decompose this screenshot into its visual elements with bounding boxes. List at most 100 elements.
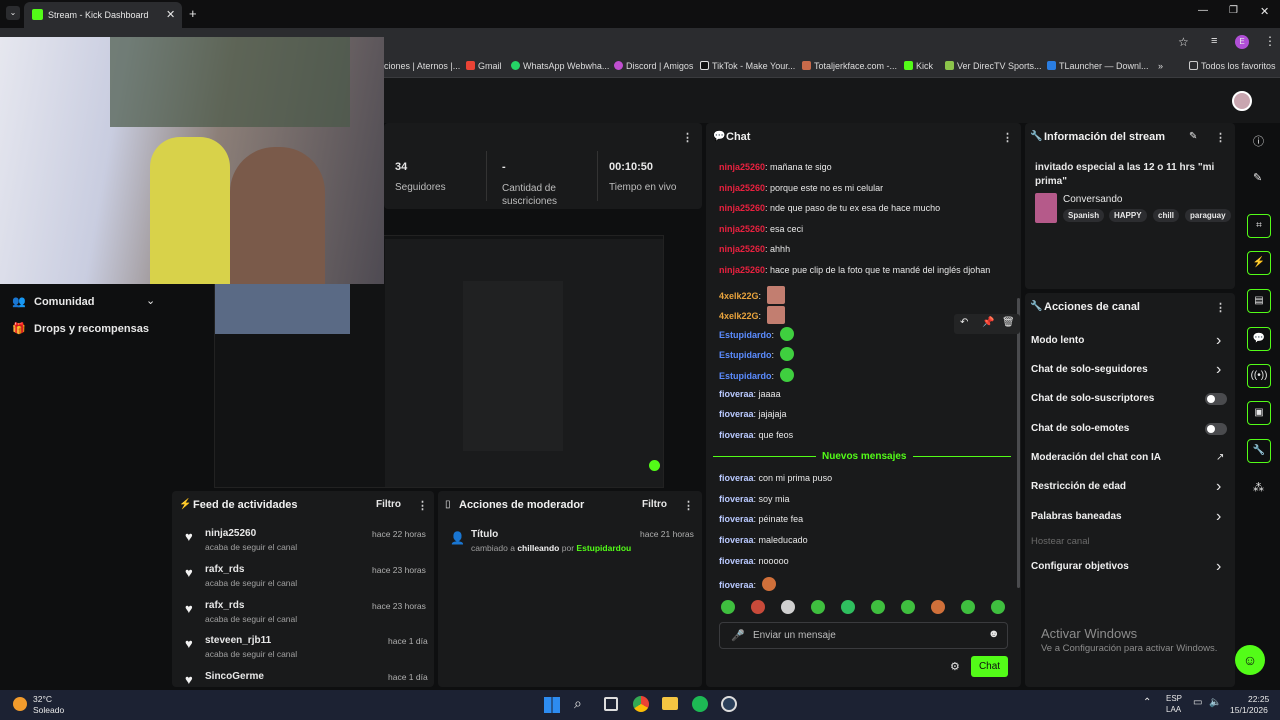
undo-icon[interactable]: ↶ [960,317,968,328]
chat-username[interactable]: fioveraa [719,556,754,566]
feed-username[interactable]: rafx_rds [205,564,244,575]
activity-feed-filter[interactable]: Filtro [376,499,401,510]
chat-username[interactable]: fioveraa [719,430,754,440]
bookmark-tlauncher[interactable]: TLauncher — Downl... [1047,61,1149,71]
bookmarks-overflow-icon[interactable]: » [1158,61,1163,71]
feed-username[interactable]: steveen_rjb11 [205,635,271,646]
feed-username[interactable]: rafx_rds [205,600,244,611]
emote-icon[interactable] [811,600,825,614]
emote-icon[interactable] [991,600,1005,614]
volume-icon[interactable]: 🔈 [1209,697,1221,708]
chrome-taskbar-icon[interactable] [633,696,649,712]
chat-message[interactable]: ninja25260: mañana te sigo [719,162,832,172]
channel-action-label[interactable]: Modo lento [1031,335,1084,346]
chat-message[interactable]: ninja25260: ahhh [719,244,790,254]
channel-actions-menu-icon[interactable]: ⋮ [1215,301,1226,314]
lightning-icon[interactable]: ⚡ [1247,251,1271,275]
all-favorites-folder[interactable]: Todos los favoritos [1189,61,1276,71]
chat-message[interactable]: fioveraa: jaaaa [719,389,781,399]
chevron-down-icon[interactable]: ⌄ [146,294,155,307]
edit-pencil-icon[interactable]: ✎ [1189,131,1197,142]
broadcast-icon[interactable]: ((•)) [1247,364,1271,388]
chat-username[interactable]: ninja25260 [719,224,765,234]
chat-username[interactable]: Estupidardo [719,330,772,340]
bookmark-totaljerkface[interactable]: Totaljerkface.com -... [802,61,897,71]
sidebar-item-drops[interactable]: Drops y recompensas [34,323,149,335]
chat-username[interactable]: ninja25260 [719,162,765,172]
chat-settings-gear-icon[interactable]: ⚙ [950,660,960,673]
bookmark-aternos[interactable]: ciones | Aternos |... [384,61,460,71]
network-icon[interactable]: ▭ [1193,697,1202,708]
chat-username[interactable]: fioveraa [719,535,754,545]
tab-search-button[interactable]: ⌄ [6,6,20,20]
chevron-right-icon[interactable]: › [1216,508,1221,526]
clipboard-icon[interactable]: ▤ [1247,289,1271,313]
steam-icon[interactable] [721,696,737,712]
mod-actions-menu-icon[interactable]: ⋮ [683,499,694,512]
emote-icon[interactable] [781,600,795,614]
profile-avatar[interactable]: E [1235,35,1249,49]
chat-message[interactable]: 4xelk22G: [719,285,785,304]
chat-message[interactable]: ninja25260: hace pue clip de la foto que… [719,265,990,275]
chat-message[interactable]: ninja25260: esa ceci [719,224,803,234]
stream-info-menu-icon[interactable]: ⋮ [1215,131,1226,144]
star-icon[interactable]: ☆ [1178,35,1189,49]
bookmark-directv[interactable]: Ver DirecTV Sports... [945,61,1042,71]
chat-message[interactable]: fioveraa: soy mia [719,494,790,504]
emote-icon[interactable] [901,600,915,614]
chat-message[interactable]: Estupidardo: [719,326,794,341]
browser-menu-icon[interactable]: ⋮ [1264,34,1276,48]
weather-icon[interactable] [13,697,27,711]
spotify-icon[interactable] [692,696,708,712]
reading-list-icon[interactable]: ≡ [1211,35,1217,47]
chat-username[interactable]: ninja25260 [719,183,765,193]
pin-icon[interactable]: 📌 [982,317,994,328]
info-icon[interactable]: ⓘ [1253,133,1264,149]
windows-start-icon[interactable] [544,697,560,713]
chat-message[interactable]: fioveraa: jajajaja [719,409,787,419]
bookmark-discord[interactable]: Discord | Amigos [614,61,693,71]
chat-message[interactable]: fioveraa: péinate fea [719,514,803,524]
activity-feed-menu-icon[interactable]: ⋮ [417,499,428,512]
toggle-switch[interactable] [1205,423,1227,435]
chevron-right-icon[interactable]: › [1216,332,1221,350]
bookmark-whatsapp[interactable]: WhatsApp Webwha... [511,61,609,71]
clock-time[interactable]: 22:25 [1248,694,1269,704]
emote-picker-icon[interactable]: ☻ [988,628,1000,640]
emote-icon[interactable] [931,600,945,614]
tab-close-icon[interactable]: ✕ [166,8,175,21]
sidebar-item-comunidad[interactable]: Comunidad [34,296,95,308]
bookmark-tiktok[interactable]: TikTok - Make Your... [700,61,795,71]
file-explorer-icon[interactable] [662,697,678,710]
chat-message[interactable]: ninja25260: nde que paso de tu ex esa de… [719,203,940,213]
chat-message[interactable]: 4xelk22G: [719,306,785,325]
feed-username[interactable]: SincoGerme [205,671,264,682]
clock-date[interactable]: 15/1/2026 [1230,705,1268,715]
chat-input[interactable]: 🎤 Enviar un mensaje ☻ [719,622,1008,649]
chat-username[interactable]: 4xelk22G [719,291,759,301]
chat-bubble-icon[interactable]: 💬 [1247,327,1271,351]
chevron-right-icon[interactable]: › [1216,478,1221,496]
chat-scrollbar[interactable] [1017,298,1020,588]
external-link-icon[interactable]: ↗ [1216,452,1224,463]
emote-icon[interactable] [841,600,855,614]
chat-username[interactable]: ninja25260 [719,265,765,275]
chat-username[interactable]: fioveraa [719,580,754,590]
chat-username[interactable]: ninja25260 [719,244,765,254]
channel-action-label[interactable]: Chat de solo-emotes [1031,423,1129,434]
chat-message[interactable]: fioveraa: maleducado [719,535,808,545]
chat-message[interactable]: Estupidardo: [719,347,794,362]
channel-action-label[interactable]: Configurar objetivos [1031,561,1129,572]
feed-username[interactable]: ninja25260 [205,528,256,539]
channel-action-label[interactable]: Palabras baneadas [1031,511,1122,522]
channel-action-label[interactable]: Chat de solo-seguidores [1031,364,1148,375]
bookmark-gmail[interactable]: Gmail [466,61,502,71]
chat-username[interactable]: fioveraa [719,409,754,419]
emote-icon[interactable] [961,600,975,614]
toggle-switch[interactable] [1205,393,1227,405]
user-avatar[interactable] [1232,91,1252,111]
tray-overflow-icon[interactable]: ⌃ [1143,697,1151,708]
support-chat-button[interactable]: ☺ [1235,645,1265,675]
chat-message[interactable]: fioveraa: nooooo [719,556,789,566]
close-window-button[interactable]: ✕ [1260,5,1269,18]
